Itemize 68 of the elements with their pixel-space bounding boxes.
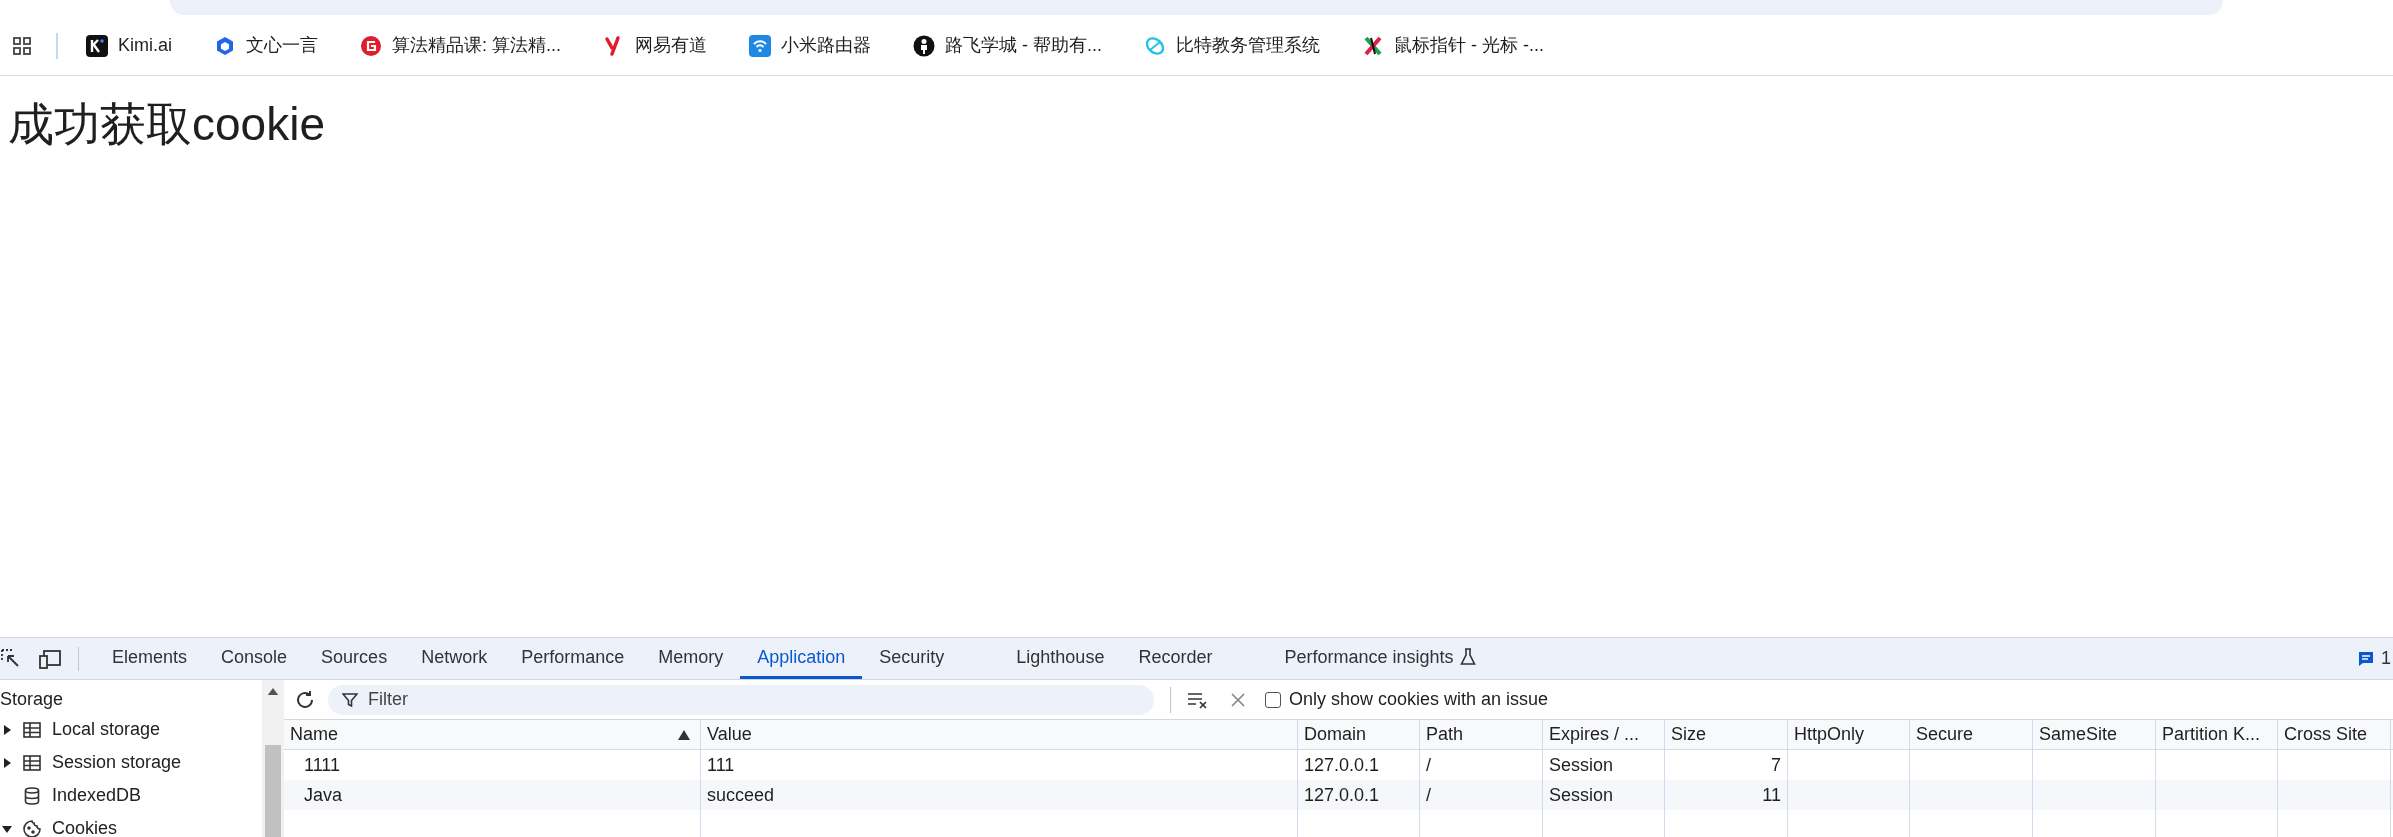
devtools-tab[interactable]: Network (404, 638, 505, 679)
bookmark-item[interactable]: 比特教务管理系统 (1144, 32, 1321, 59)
sidebar-heading: Storage (0, 688, 65, 711)
bookmark-item[interactable]: 文心一言 (214, 32, 318, 59)
filter-icon (342, 691, 358, 708)
bookmark-item[interactable]: 鼠标指针 - 光标 -... (1362, 32, 1545, 59)
issues-icon[interactable] (2357, 649, 2375, 668)
k-logo-icon (86, 34, 108, 57)
column-header[interactable]: Secure (1910, 720, 2033, 749)
column-header[interactable]: Path (1420, 720, 1543, 749)
devtools-tab[interactable]: Application (740, 638, 863, 679)
table-row[interactable]: Java succeed 127.0.0.1 / Session 11 (284, 780, 2393, 810)
table-icon (22, 752, 42, 773)
table-cell: succeed (701, 780, 1298, 810)
leaf-logo-icon (1144, 34, 1167, 57)
table-cell: / (1420, 780, 1543, 810)
sidebar-item[interactable]: IndexedDB (0, 779, 262, 812)
device-toolbar-icon[interactable] (38, 647, 62, 670)
column-header[interactable]: HttpOnly (1788, 720, 1910, 749)
column-header[interactable]: Domain (1298, 720, 1420, 749)
issues-count: 1 (2381, 647, 2391, 670)
table-cell: 11 (1665, 780, 1788, 810)
sidebar-item[interactable]: Session storage (0, 746, 262, 779)
collapsed-arrow-icon[interactable] (2, 757, 12, 768)
scrollbar-thumb[interactable] (265, 745, 281, 837)
table-cell: Java (284, 780, 701, 810)
person-logo-icon (913, 34, 936, 57)
devtools-tab[interactable]: Elements (95, 638, 205, 679)
bookmark-item[interactable]: 网易有道 (603, 32, 708, 59)
bookmark-item[interactable]: Kimi.ai (86, 32, 172, 59)
devtools-tab[interactable]: Memory (641, 638, 741, 679)
devtools-tab[interactable]: Security (862, 638, 962, 679)
column-header[interactable]: Size (1665, 720, 1788, 749)
column-header[interactable]: Value (701, 720, 1298, 749)
devtools-tab[interactable]: Performance insights (1267, 638, 1493, 679)
sidebar-item[interactable]: Local storage (0, 713, 262, 746)
table-cell: 127.0.0.1 (1298, 780, 1420, 810)
database-icon (22, 785, 42, 806)
wifi-icon (749, 34, 772, 57)
close-icon[interactable] (1229, 690, 1247, 709)
collapsed-arrow-icon[interactable] (2, 724, 12, 735)
devtools-tab[interactable]: Sources (304, 638, 405, 679)
table-cell: Session (1543, 780, 1665, 810)
column-header[interactable]: Name (284, 720, 701, 749)
devtools-tab[interactable]: Console (204, 638, 305, 679)
devtools-tab[interactable]: Performance (504, 638, 642, 679)
scroll-up-arrow-icon[interactable] (267, 688, 279, 696)
expanded-arrow-icon[interactable] (2, 823, 12, 834)
cube-logo-icon (214, 34, 236, 57)
flask-icon (1459, 648, 1476, 666)
cookie-icon (22, 818, 42, 837)
g-logo-icon (360, 34, 382, 57)
column-header[interactable]: Partition K... (2156, 720, 2278, 749)
bookmark-item[interactable]: 路飞学城 - 帮助有... (913, 32, 1103, 59)
refresh-icon[interactable] (294, 688, 316, 711)
bookmark-item[interactable]: 小米路由器 (749, 32, 872, 59)
column-header[interactable]: Cross Site (2278, 720, 2391, 749)
sidebar-item[interactable]: Cookies (0, 812, 262, 837)
filter-field[interactable]: Filter (328, 684, 1154, 715)
devtools-tab[interactable]: Recorder (1121, 638, 1230, 679)
devtools-tab[interactable]: Lighthouse (999, 638, 1122, 679)
column-header[interactable]: SameSite (2033, 720, 2156, 749)
apps-grid-icon[interactable] (12, 35, 32, 56)
page-heading: 成功获取cookie (8, 97, 326, 152)
column-header[interactable]: Expires / ... (1543, 720, 1665, 749)
only-issues-checkbox[interactable]: Only show cookies with an issue (1265, 686, 1549, 713)
table-icon (22, 719, 42, 740)
bookmark-item[interactable]: 算法精品课: 算法精... (360, 32, 562, 59)
